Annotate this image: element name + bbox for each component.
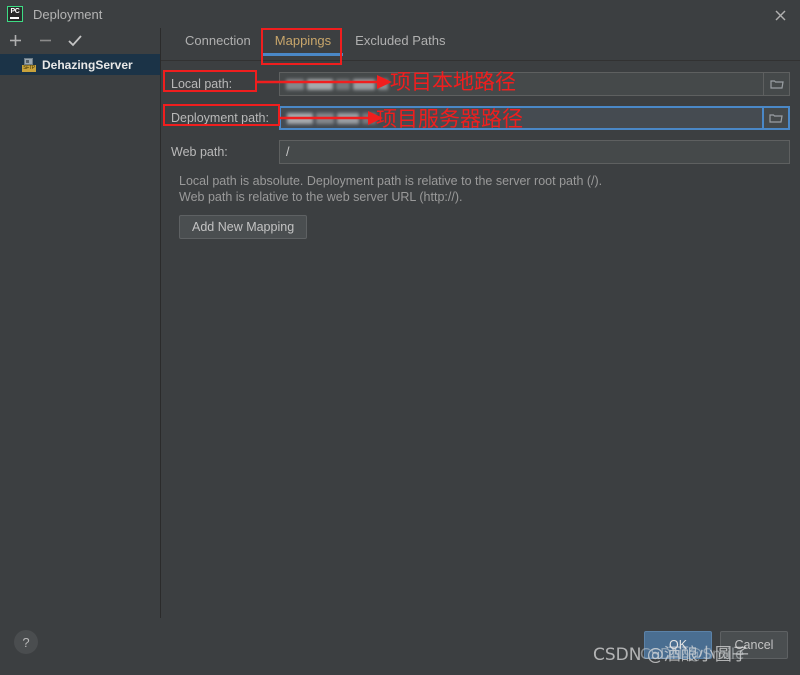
local-path-label: Local path: (171, 77, 279, 91)
folder-icon (769, 112, 783, 124)
server-name-label: DehazingServer (42, 58, 133, 72)
local-path-row: Local path: (171, 71, 790, 97)
tab-mappings[interactable]: Mappings (263, 28, 343, 56)
tab-connection[interactable]: Connection (173, 28, 263, 56)
folder-icon (770, 78, 784, 90)
window-title: Deployment (33, 7, 102, 22)
footer-button-group: OK Cancel (644, 631, 788, 659)
close-icon[interactable] (770, 5, 790, 25)
deployment-path-row: Deployment path: (171, 105, 790, 131)
pycharm-icon: PC (7, 6, 23, 22)
web-path-input[interactable]: / (279, 140, 790, 164)
cancel-button[interactable]: Cancel (720, 631, 788, 659)
deployment-path-input[interactable] (279, 106, 764, 130)
local-path-browse-button[interactable] (764, 72, 790, 96)
mappings-form: Local path: Deployment path: (161, 61, 800, 239)
sftp-server-icon: SFTP (22, 58, 36, 72)
question-mark-icon[interactable]: ? (14, 630, 38, 654)
title-bar: PC Deployment (0, 0, 800, 28)
web-path-label: Web path: (171, 145, 279, 159)
deployment-dialog: PC Deployment (0, 0, 800, 675)
check-icon[interactable] (66, 31, 84, 49)
minus-icon[interactable] (36, 31, 54, 49)
hint-line-1: Local path is absolute. Deployment path … (179, 173, 790, 189)
add-new-mapping-button[interactable]: Add New Mapping (179, 215, 307, 239)
mappings-hint: Local path is absolute. Deployment path … (171, 173, 790, 205)
ok-button[interactable]: OK (644, 631, 712, 659)
hint-line-2: Web path is relative to the web server U… (179, 189, 790, 205)
sftp-badge-label: SFTP (22, 65, 36, 72)
server-list: SFTP DehazingServer (0, 54, 160, 75)
plus-icon[interactable] (6, 31, 24, 49)
mappings-panel: Connection Mappings Excluded Paths Local… (161, 28, 800, 618)
tab-bar: Connection Mappings Excluded Paths (161, 28, 800, 61)
dialog-footer: ? OK Cancel (0, 618, 800, 675)
web-path-row: Web path: / (171, 139, 790, 165)
server-list-panel: SFTP DehazingServer (0, 28, 161, 618)
deployment-path-browse-button[interactable] (764, 106, 790, 130)
deployment-path-label: Deployment path: (171, 111, 279, 125)
tab-excluded-paths[interactable]: Excluded Paths (343, 28, 457, 56)
local-path-input[interactable] (279, 72, 764, 96)
server-list-item-dehazingserver[interactable]: SFTP DehazingServer (0, 54, 160, 75)
server-list-toolbar (0, 28, 160, 52)
